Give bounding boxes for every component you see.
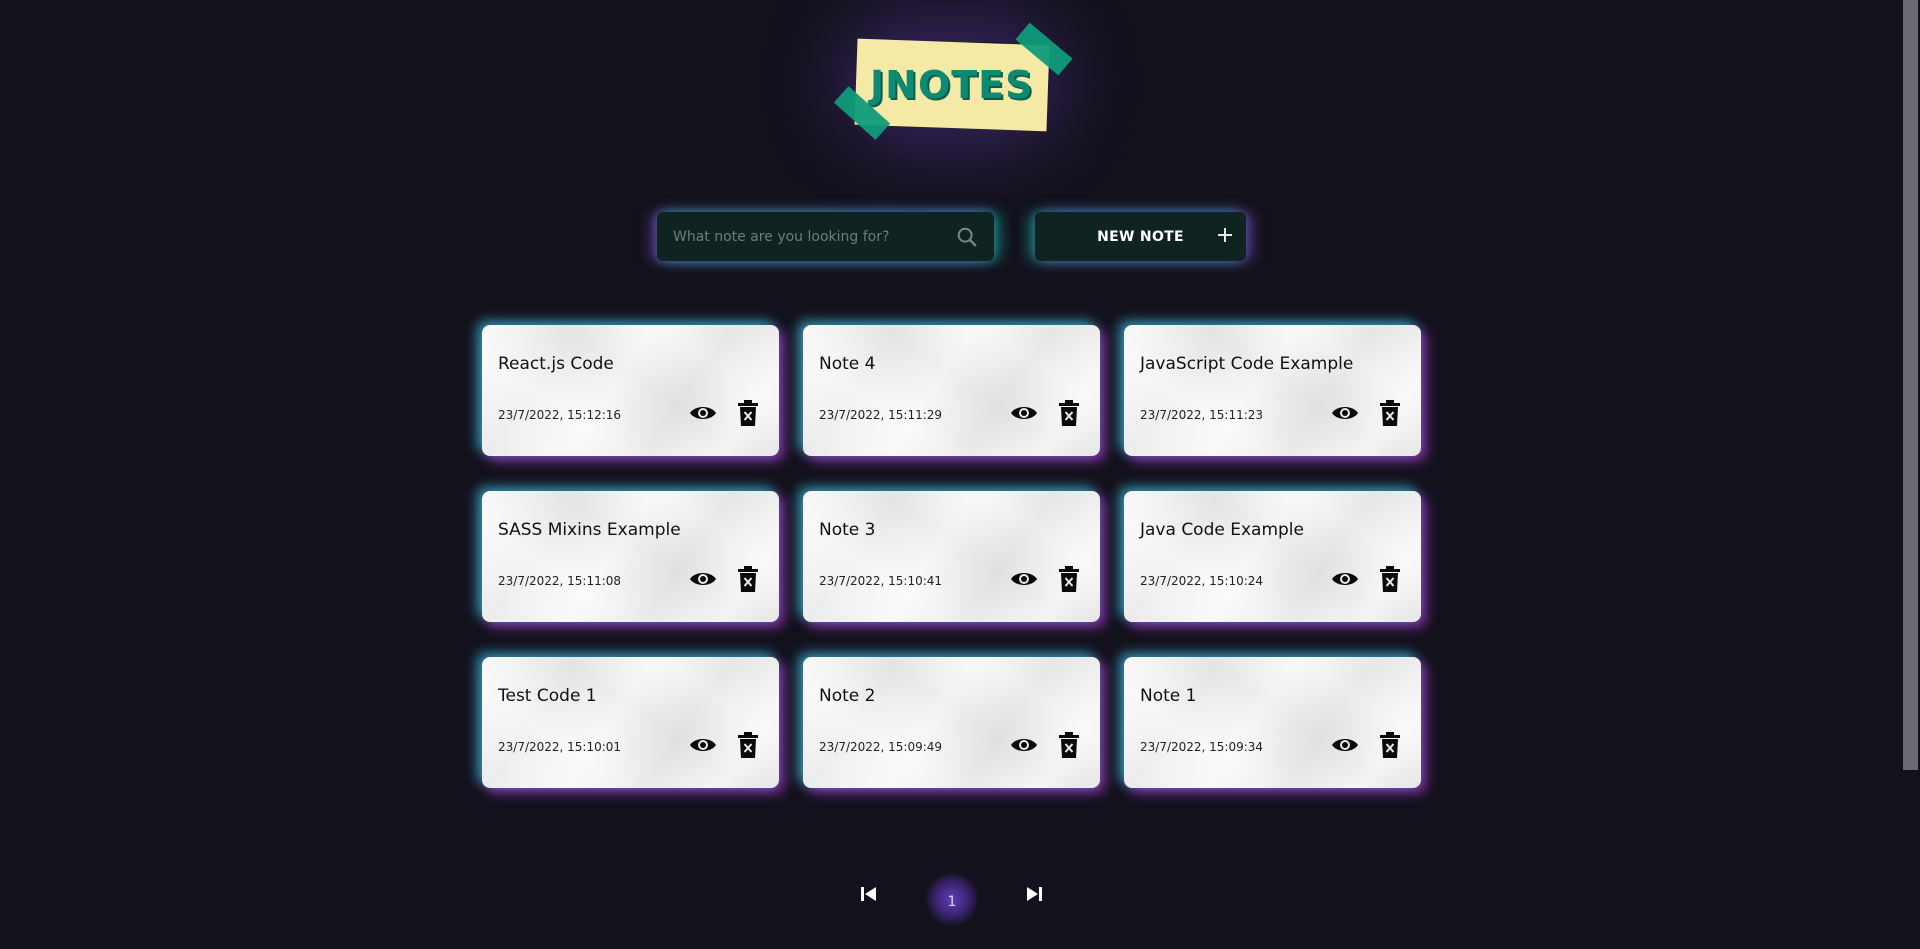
- note-card[interactable]: Note 1 23/7/2022, 15:09:34: [1124, 657, 1421, 788]
- trash-icon[interactable]: [1380, 566, 1400, 592]
- note-title: Note 4: [819, 354, 876, 374]
- note-card[interactable]: Note 3 23/7/2022, 15:10:41: [803, 491, 1100, 622]
- trash-icon[interactable]: [1380, 400, 1400, 426]
- note-date: 23/7/2022, 15:09:34: [1140, 740, 1264, 754]
- eye-icon[interactable]: [1330, 567, 1360, 591]
- eye-icon[interactable]: [1330, 733, 1360, 757]
- plus-icon: [1214, 225, 1236, 247]
- note-title: Note 2: [819, 686, 876, 706]
- note-title: JavaScript Code Example: [1140, 354, 1354, 374]
- note-date: 23/7/2022, 15:11:23: [1140, 408, 1264, 422]
- trash-icon[interactable]: [738, 566, 758, 592]
- note-date: 23/7/2022, 15:09:49: [819, 740, 943, 754]
- note-card[interactable]: React.js Code 23/7/2022, 15:12:16: [482, 325, 779, 456]
- trash-icon[interactable]: [1059, 566, 1079, 592]
- trash-icon[interactable]: [738, 400, 758, 426]
- note-title: Test Code 1: [498, 686, 597, 706]
- current-page-button[interactable]: 1: [926, 873, 978, 925]
- eye-icon[interactable]: [688, 567, 718, 591]
- note-card[interactable]: Note 4 23/7/2022, 15:11:29: [803, 325, 1100, 456]
- note-date: 23/7/2022, 15:10:41: [819, 574, 943, 588]
- note-date: 23/7/2022, 15:11:29: [819, 408, 943, 422]
- note-card[interactable]: JavaScript Code Example 23/7/2022, 15:11…: [1124, 325, 1421, 456]
- eye-icon[interactable]: [688, 401, 718, 425]
- logo: JNOTES: [826, 22, 1076, 142]
- note-date: 23/7/2022, 15:11:08: [498, 574, 622, 588]
- note-title: Note 3: [819, 520, 876, 540]
- note-date: 23/7/2022, 15:10:01: [498, 740, 622, 754]
- trash-icon[interactable]: [738, 732, 758, 758]
- eye-icon[interactable]: [688, 733, 718, 757]
- trash-icon[interactable]: [1380, 732, 1400, 758]
- note-title: SASS Mixins Example: [498, 520, 681, 540]
- last-page-icon[interactable]: [1023, 883, 1045, 905]
- note-date: 23/7/2022, 15:10:24: [1140, 574, 1264, 588]
- note-title: React.js Code: [498, 354, 614, 374]
- search-bar: [657, 212, 994, 261]
- new-note-label: NEW NOTE: [1097, 228, 1184, 245]
- new-note-button[interactable]: NEW NOTE: [1035, 212, 1246, 261]
- note-card[interactable]: Test Code 1 23/7/2022, 15:10:01: [482, 657, 779, 788]
- note-card[interactable]: Note 2 23/7/2022, 15:09:49: [803, 657, 1100, 788]
- trash-icon[interactable]: [1059, 400, 1079, 426]
- eye-icon[interactable]: [1330, 401, 1360, 425]
- search-icon[interactable]: [954, 224, 980, 250]
- trash-icon[interactable]: [1059, 732, 1079, 758]
- eye-icon[interactable]: [1009, 401, 1039, 425]
- eye-icon[interactable]: [1009, 567, 1039, 591]
- search-input[interactable]: [657, 227, 954, 246]
- scrollbar-thumb[interactable]: [1903, 0, 1918, 770]
- note-date: 23/7/2022, 15:12:16: [498, 408, 622, 422]
- eye-icon[interactable]: [1009, 733, 1039, 757]
- note-title: Note 1: [1140, 686, 1197, 706]
- note-card[interactable]: SASS Mixins Example 23/7/2022, 15:11:08: [482, 491, 779, 622]
- current-page-number: 1: [947, 894, 957, 910]
- note-title: Java Code Example: [1140, 520, 1304, 540]
- note-card[interactable]: Java Code Example 23/7/2022, 15:10:24: [1124, 491, 1421, 622]
- logo-text: JNOTES: [870, 63, 1034, 107]
- first-page-icon[interactable]: [858, 883, 880, 905]
- scrollbar-track[interactable]: [1903, 0, 1920, 949]
